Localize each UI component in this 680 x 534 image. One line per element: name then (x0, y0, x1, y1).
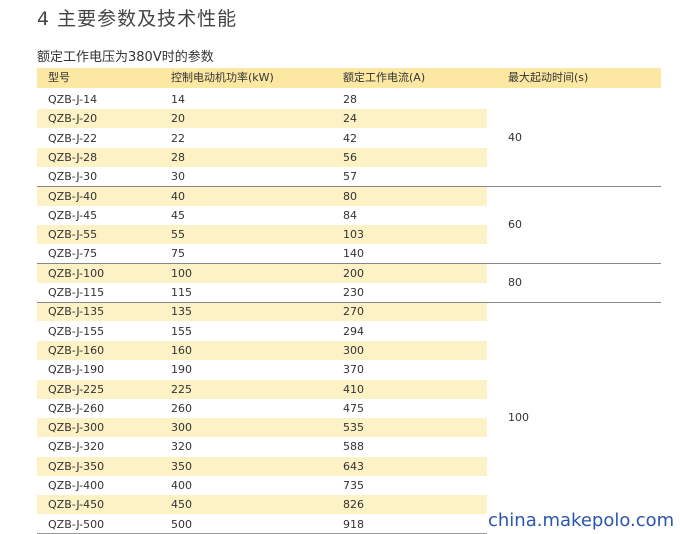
cell-current: 918 (343, 517, 364, 531)
cell-power: 155 (171, 324, 192, 338)
header-current: 额定工作电流(A) (343, 71, 426, 84)
cell-model: QZB-J-40 (48, 189, 98, 203)
cell-power: 40 (171, 189, 185, 203)
cell-current: 28 (343, 93, 357, 106)
row-stripe (37, 495, 487, 515)
cell-model: QZB-J-450 (48, 498, 105, 512)
row-stripe (37, 263, 487, 283)
cell-model: QZB-J-45 (48, 208, 98, 222)
header-start-time: 最大起动时间(s) (508, 71, 589, 84)
cell-model: QZB-J-190 (48, 363, 105, 377)
cell-current: 84 (343, 208, 357, 222)
cell-current: 370 (343, 363, 364, 377)
cell-power: 75 (171, 247, 185, 261)
cell-current: 826 (343, 498, 364, 512)
cell-power: 22 (171, 131, 185, 145)
cell-model: QZB-J-160 (48, 343, 105, 357)
cell-power: 100 (171, 266, 192, 280)
cell-power: 115 (171, 286, 192, 299)
row-stripe (37, 379, 487, 399)
cell-current: 300 (343, 343, 364, 357)
cell-model: QZB-J-115 (48, 286, 105, 299)
cell-model: QZB-J-75 (48, 247, 98, 261)
cell-power: 14 (171, 93, 185, 106)
cell-power: 400 (171, 479, 192, 492)
cell-power: 160 (171, 343, 192, 357)
row-stripe (37, 225, 487, 245)
cell-power: 28 (171, 150, 185, 164)
cell-power: 350 (171, 459, 192, 473)
cell-model: QZB-J-320 (48, 440, 105, 454)
watermark: china.makepolo.com (488, 510, 675, 531)
cell-current: 535 (343, 421, 364, 435)
table-header: 型号 控制电动机功率(kW) 额定工作电流(A) 最大起动时间(s) (37, 68, 661, 88)
cell-current: 410 (343, 382, 364, 396)
cell-current: 588 (343, 440, 364, 454)
cell-current: 56 (343, 150, 357, 164)
cell-model: QZB-J-100 (48, 266, 105, 280)
cell-model: QZB-J-155 (48, 324, 105, 338)
cell-current: 294 (343, 324, 364, 338)
cell-current: 42 (343, 131, 357, 145)
cell-start-time: 100 (508, 411, 529, 425)
cell-power: 225 (171, 382, 192, 396)
cell-power: 55 (171, 228, 185, 242)
cell-start-time: 80 (508, 276, 522, 289)
cell-current: 140 (343, 247, 364, 261)
cell-model: QZB-J-500 (48, 517, 105, 531)
cell-model: QZB-J-260 (48, 401, 105, 415)
header-model: 型号 (48, 71, 70, 84)
cell-current: 57 (343, 170, 357, 184)
row-stripe (37, 147, 487, 167)
section-title: 4 主要参数及技术性能 (37, 8, 238, 30)
row-stripe (37, 186, 487, 206)
cell-power: 190 (171, 363, 192, 377)
cell-model: QZB-J-14 (48, 93, 98, 106)
table-caption: 额定工作电压为380V时的参数 (37, 50, 214, 65)
cell-model: QZB-J-300 (48, 421, 105, 435)
cell-current: 24 (343, 112, 357, 126)
cell-model: QZB-J-225 (48, 382, 105, 396)
row-stripe (37, 302, 487, 322)
cell-power: 450 (171, 498, 192, 512)
group-divider (37, 263, 661, 265)
cell-model: QZB-J-350 (48, 459, 105, 473)
cell-model: QZB-J-55 (48, 228, 98, 242)
row-stripe (37, 340, 487, 360)
cell-power: 300 (171, 421, 192, 435)
cell-current: 735 (343, 479, 364, 492)
cell-model: QZB-J-28 (48, 150, 98, 164)
cell-model: QZB-J-20 (48, 112, 98, 126)
header-power: 控制电动机功率(kW) (171, 71, 274, 84)
cell-current: 230 (343, 286, 364, 299)
row-stripe (37, 418, 487, 438)
cell-current: 643 (343, 459, 364, 473)
cell-current: 270 (343, 305, 364, 319)
cell-model: QZB-J-22 (48, 131, 98, 145)
cell-power: 135 (171, 305, 192, 319)
cell-start-time: 60 (508, 218, 522, 232)
cell-current: 103 (343, 228, 364, 242)
cell-model: QZB-J-400 (48, 479, 105, 492)
cell-current: 80 (343, 189, 357, 203)
cell-current: 200 (343, 266, 364, 280)
row-stripe (37, 109, 487, 129)
cell-start-time: 40 (508, 131, 522, 145)
cell-power: 500 (171, 517, 192, 531)
cell-power: 20 (171, 112, 185, 126)
cell-power: 45 (171, 208, 185, 222)
cell-power: 260 (171, 401, 192, 415)
cell-power: 320 (171, 440, 192, 454)
cell-current: 475 (343, 401, 364, 415)
cell-power: 30 (171, 170, 185, 184)
row-stripe (37, 456, 487, 476)
cell-model: QZB-J-30 (48, 170, 98, 184)
cell-model: QZB-J-135 (48, 305, 105, 319)
group-divider (37, 301, 661, 303)
group-divider (37, 186, 661, 187)
